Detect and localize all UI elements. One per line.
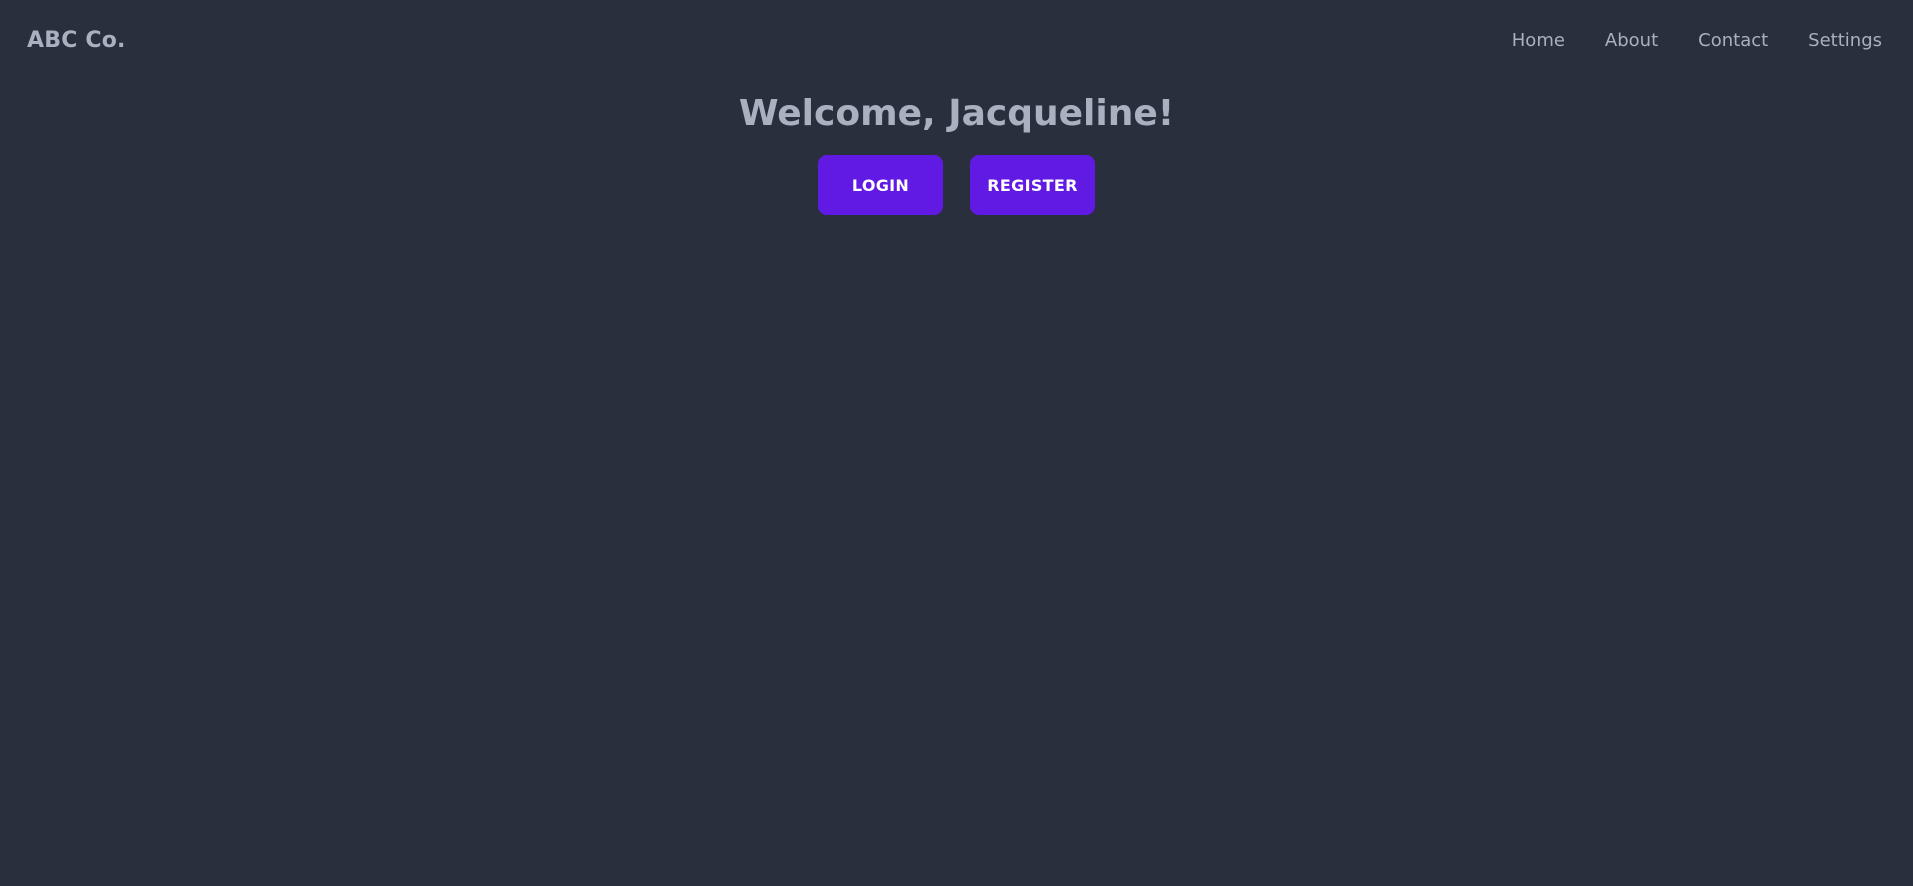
nav-settings-link[interactable]: Settings (1808, 28, 1882, 54)
nav-contact-link[interactable]: Contact (1698, 28, 1768, 54)
nav-about-link[interactable]: About (1605, 28, 1658, 54)
welcome-heading: Welcome, Jacqueline! (738, 93, 1175, 134)
nav-home-link[interactable]: Home (1512, 28, 1565, 54)
main-nav: Home About Contact Settings (1512, 28, 1882, 54)
register-button[interactable]: REGISTER (970, 155, 1095, 215)
page: ABC Co. Home About Contact Settings Welc… (0, 0, 1913, 886)
brand-logo[interactable]: ABC Co. (27, 26, 126, 56)
login-button[interactable]: LOGIN (818, 155, 943, 215)
auth-actions: LOGIN REGISTER (818, 155, 1095, 215)
